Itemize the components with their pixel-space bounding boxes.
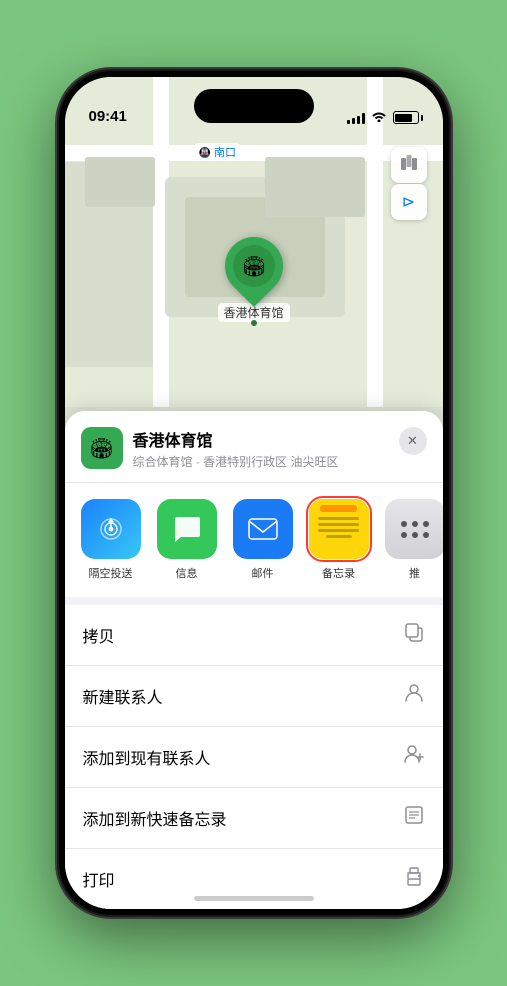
notes-label: 备忘录 — [322, 565, 355, 581]
location-pin: 🏟 香港体育馆 — [217, 237, 289, 322]
location-button[interactable]: ⊳ — [391, 184, 427, 220]
more-dots-row-1 — [401, 521, 429, 527]
dot — [423, 532, 429, 538]
dynamic-island — [194, 89, 314, 123]
dot — [423, 521, 429, 527]
more-dots-row-2 — [401, 532, 429, 538]
map-station-label: 🚇 南口 — [195, 143, 241, 161]
battery-icon — [393, 111, 419, 124]
more-label: 推 — [409, 565, 420, 581]
share-item-notes[interactable]: 备忘录 — [305, 499, 373, 581]
wifi-icon — [371, 110, 387, 125]
share-item-more[interactable]: 推 — [381, 499, 443, 581]
share-item-mail[interactable]: 邮件 — [229, 499, 297, 581]
notes-line-1 — [318, 517, 360, 520]
stadium-icon: 🏟 — [241, 254, 266, 279]
close-icon: ✕ — [407, 433, 418, 449]
share-item-airdrop[interactable]: 隔空投送 — [77, 499, 145, 581]
person-icon — [403, 682, 425, 710]
notes-inner — [309, 499, 369, 559]
share-row: 隔空投送 信息 — [65, 483, 443, 605]
print-icon — [403, 865, 425, 893]
notes-top-bar — [320, 505, 356, 512]
new-contact-label: 新建联系人 — [83, 684, 163, 708]
notes-line-4 — [326, 535, 352, 538]
venue-header: 🏟 香港体育馆 综合体育馆 · 香港特别行政区 油尖旺区 ✕ — [65, 411, 443, 483]
message-icon — [157, 499, 217, 559]
notes-line-2 — [318, 523, 360, 526]
message-label: 信息 — [176, 565, 198, 581]
bottom-sheet: 🏟 香港体育馆 综合体育馆 · 香港特别行政区 油尖旺区 ✕ — [65, 411, 443, 909]
action-new-contact[interactable]: 新建联系人 — [65, 666, 443, 727]
venue-stadium-icon: 🏟 — [89, 436, 114, 461]
metro-icon: 🚇 — [199, 148, 211, 159]
add-contact-label: 添加到现有联系人 — [83, 745, 211, 769]
airdrop-icon — [81, 499, 141, 559]
more-dots-group — [401, 521, 429, 538]
notes-icon — [309, 499, 369, 559]
map-controls: ⊳ — [391, 147, 427, 220]
venue-info: 香港体育馆 综合体育馆 · 香港特别行政区 油尖旺区 — [133, 427, 389, 470]
action-list: 拷贝 新建联系人 添加到现有联系人 — [65, 605, 443, 909]
copy-icon — [403, 621, 425, 649]
dot — [412, 532, 418, 538]
copy-label: 拷贝 — [83, 623, 115, 647]
action-copy[interactable]: 拷贝 — [65, 605, 443, 666]
share-item-message[interactable]: 信息 — [153, 499, 221, 581]
venue-subtitle: 综合体育馆 · 香港特别行政区 油尖旺区 — [133, 453, 389, 470]
status-time: 09:41 — [89, 108, 127, 125]
note-icon — [403, 804, 425, 832]
home-indicator — [194, 896, 314, 901]
mail-icon — [233, 499, 293, 559]
mail-label: 邮件 — [252, 565, 274, 581]
more-icon — [385, 499, 443, 559]
pin-shadow — [250, 320, 256, 326]
pin-circle: 🏟 — [212, 225, 294, 307]
action-quick-note[interactable]: 添加到新快速备忘录 — [65, 788, 443, 849]
dot — [412, 521, 418, 527]
location-arrow-icon: ⊳ — [402, 192, 415, 212]
airdrop-label: 隔空投送 — [89, 565, 133, 581]
notes-line-3 — [318, 529, 360, 532]
phone-frame: 09:41 — [59, 71, 449, 915]
venue-icon: 🏟 — [81, 427, 123, 469]
person-add-icon — [403, 743, 425, 771]
quick-note-label: 添加到新快速备忘录 — [83, 806, 227, 830]
signal-icon — [347, 112, 365, 124]
dot — [401, 532, 407, 538]
pin-inner: 🏟 — [232, 245, 274, 287]
phone-screen: 09:41 — [65, 77, 443, 909]
map-type-button[interactable] — [391, 147, 427, 183]
map-type-icon — [399, 153, 419, 178]
venue-name: 香港体育馆 — [133, 427, 389, 451]
close-button[interactable]: ✕ — [399, 427, 427, 455]
print-label: 打印 — [83, 867, 115, 891]
status-icons — [347, 110, 419, 125]
dot — [401, 521, 407, 527]
action-add-contact[interactable]: 添加到现有联系人 — [65, 727, 443, 788]
